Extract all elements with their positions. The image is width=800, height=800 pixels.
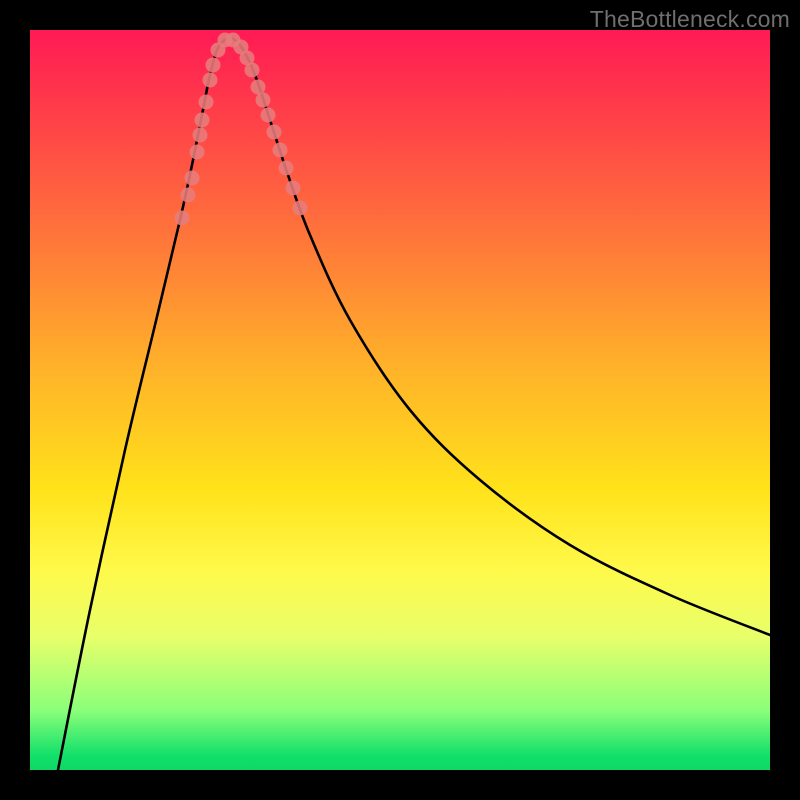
marker-dot: [193, 128, 208, 143]
plot-area: [30, 30, 770, 770]
marker-dot: [293, 201, 308, 216]
marker-dot: [245, 63, 260, 78]
marker-dot: [181, 188, 196, 203]
marker-dot: [261, 108, 276, 123]
marker-dot: [175, 211, 190, 226]
marker-dot: [190, 145, 205, 160]
marker-dot: [251, 80, 266, 95]
marker-dot: [199, 95, 214, 110]
chart-svg: [30, 30, 770, 770]
marker-dot: [286, 181, 301, 196]
marker-dot: [206, 58, 221, 73]
marker-dot: [256, 93, 271, 108]
marker-dot: [185, 171, 200, 186]
marker-dot: [279, 161, 294, 176]
watermark-text: TheBottleneck.com: [590, 6, 790, 33]
marker-dot: [273, 143, 288, 158]
marker-dot: [195, 113, 210, 128]
marker-dot: [203, 73, 218, 88]
curve-markers: [175, 33, 308, 226]
marker-dot: [267, 125, 282, 140]
bottleneck-curve: [58, 38, 770, 770]
